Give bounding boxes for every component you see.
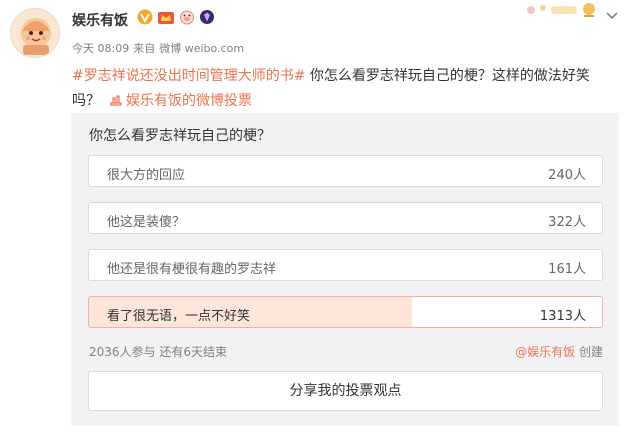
member-crown-icon[interactable] <box>157 9 175 29</box>
share-vote-button[interactable]: 分享我的投票观点 <box>88 371 603 411</box>
poll-creator: @娱乐有饭 创建 <box>515 343 603 360</box>
poll-option-label: 他还是很有梗很有趣的罗志祥 <box>107 262 277 277</box>
poll-option-count: 161人 <box>548 262 586 277</box>
creator-suffix: 创建 <box>578 345 603 359</box>
poll-option-1[interactable]: 他这是装傻？ 322人 <box>88 202 603 234</box>
poll-option-count: 240人 <box>548 168 586 183</box>
poll-option-count: 1313人 <box>539 309 586 324</box>
poll-option-count: 322人 <box>548 215 586 230</box>
poll-option-0[interactable]: 很大方的回应 240人 <box>88 155 603 187</box>
avatar[interactable] <box>10 8 60 58</box>
post-text: #罗志祥说还没出时间管理大师的书# 你怎么看罗志祥玩自己的梗？这样的做法好笑吗？… <box>72 64 617 114</box>
post-time[interactable]: 今天 08:09 <box>72 40 129 56</box>
creator-link[interactable]: @娱乐有饭 <box>515 345 575 359</box>
poll-card: 你怎么看罗志祥玩自己的梗？ 很大方的回应 240人 他这是装傻？ 322人 他还… <box>71 113 619 426</box>
poll-option-label: 看了很无语，一点不好笑 <box>107 309 251 324</box>
hashtag-link[interactable]: #罗志祥说还没出时间管理大师的书# <box>72 68 305 84</box>
verified-v-icon[interactable] <box>137 9 153 29</box>
from-label: 来自 <box>133 42 156 55</box>
corner-decoration <box>523 0 601 20</box>
purple-gem-icon[interactable] <box>199 9 215 29</box>
poll-option-2[interactable]: 他还是很有梗很有趣的罗志祥 161人 <box>88 249 603 281</box>
poll-stats: 2036人参与 还有6天结束 <box>89 345 227 359</box>
author-name[interactable]: 娱乐有饭 <box>72 10 128 30</box>
avatar-cartoon-icon <box>21 18 51 55</box>
post-meta: 今天 08:09 来自 微博 weibo.com <box>72 40 244 56</box>
pig-badge-icon[interactable] <box>179 9 195 29</box>
vote-link-label: 娱乐有饭的微博投票 <box>126 93 252 109</box>
chevron-down-icon[interactable] <box>605 6 619 20</box>
vote-lamp-icon <box>110 90 122 106</box>
poll-option-label: 很大方的回应 <box>107 168 186 183</box>
post-source[interactable]: 微博 weibo.com <box>159 40 244 56</box>
author-badges <box>137 9 215 29</box>
vote-link[interactable]: 娱乐有饭的微博投票 <box>110 93 252 109</box>
poll-option-3[interactable]: 看了很无语，一点不好笑 1313人 <box>88 296 603 328</box>
poll-question: 你怎么看罗志祥玩自己的梗？ <box>89 128 271 144</box>
poll-option-label: 他这是装傻？ <box>107 215 186 230</box>
